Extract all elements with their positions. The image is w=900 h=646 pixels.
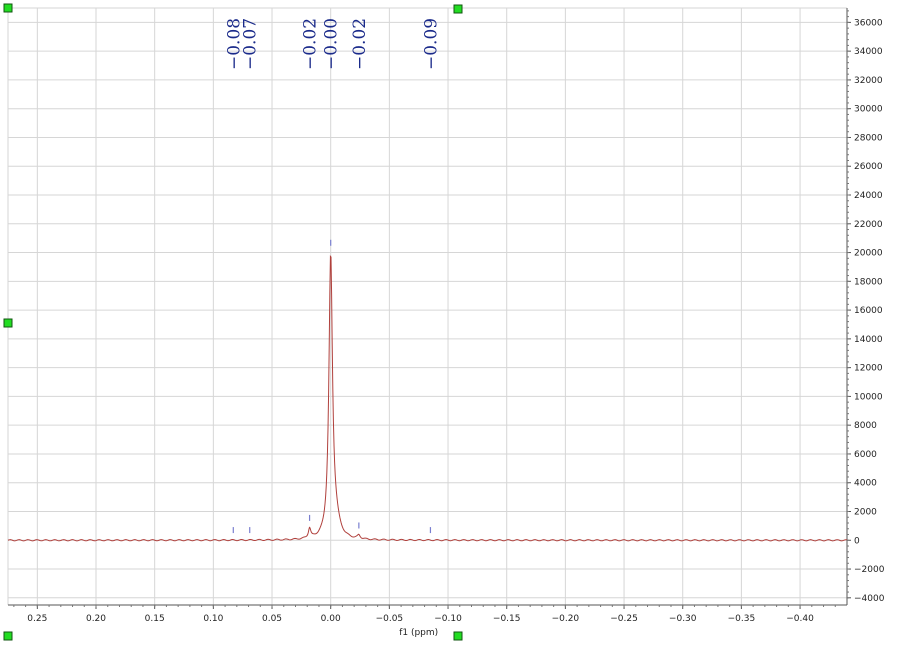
peak-label: −0.07 bbox=[241, 18, 261, 70]
x-tick-label: 0.05 bbox=[262, 614, 282, 624]
spectrum-line bbox=[7, 255, 848, 542]
y-tick-label: 16000 bbox=[854, 306, 883, 316]
y-tick-label: 20000 bbox=[854, 249, 883, 259]
x-tick-label: 0.10 bbox=[203, 614, 223, 624]
y-tick-label: −2000 bbox=[854, 565, 885, 575]
resize-handle bbox=[3, 318, 13, 328]
y-tick-label: 22000 bbox=[854, 220, 883, 230]
peak-label: −0.02 bbox=[350, 18, 370, 70]
resize-handle bbox=[3, 3, 13, 13]
x-tick-label: −0.35 bbox=[728, 614, 756, 624]
y-tick-label: −4000 bbox=[854, 594, 885, 604]
resize-handle bbox=[453, 4, 463, 14]
y-tick-label: 0 bbox=[854, 536, 860, 546]
y-tick-label: 24000 bbox=[854, 191, 883, 201]
x-tick-label: −0.05 bbox=[376, 614, 404, 624]
peak-labels: −0.08−0.07 −0.02 −0.00 −0.02 −0.09 bbox=[224, 18, 441, 70]
x-tick-label: −0.15 bbox=[493, 614, 521, 624]
x-tick-label: −0.20 bbox=[552, 614, 580, 624]
peak-label: −0.09 bbox=[421, 18, 441, 70]
y-tick-label: 28000 bbox=[854, 133, 883, 143]
peak-label: −0.00 bbox=[322, 18, 342, 70]
y-tick-label: 6000 bbox=[854, 450, 877, 460]
y-tick-label: 26000 bbox=[854, 162, 883, 172]
x-tick-label: 0.25 bbox=[27, 614, 47, 624]
resize-handle bbox=[453, 631, 463, 641]
x-ticks: 0.25 0.20 0.15 0.10 0.05 0.00 −0.05 −0.10 −0.15 −… bbox=[13, 605, 836, 624]
y-tick-label: 2000 bbox=[854, 507, 877, 517]
x-axis-label: f1 (ppm) bbox=[399, 628, 438, 638]
x-tick-label: −0.40 bbox=[786, 614, 814, 624]
y-ticks: −4000 −2000 0 2000 4000 6000 8000 10000 12000 140… bbox=[847, 10, 885, 604]
y-tick-label: 32000 bbox=[854, 76, 883, 86]
x-tick-label: 0.15 bbox=[145, 614, 165, 624]
x-tick-label: −0.30 bbox=[669, 614, 697, 624]
x-tick-label: 0.00 bbox=[321, 614, 341, 624]
chart-svg: 0.25 0.20 0.15 0.10 0.05 0.00 −0.05 −0.10 −0.15 −… bbox=[3, 3, 885, 641]
y-tick-label: 4000 bbox=[854, 479, 877, 489]
y-tick-label: 8000 bbox=[854, 421, 877, 431]
nmr-spectrum-chart: 0.25 0.20 0.15 0.10 0.05 0.00 −0.05 −0.10 −0.15 −… bbox=[0, 0, 900, 642]
peak-label: −0.02 bbox=[301, 18, 321, 70]
x-tick-label: −0.10 bbox=[434, 614, 462, 624]
y-tick-label: 34000 bbox=[854, 47, 883, 57]
y-tick-label: 14000 bbox=[854, 335, 883, 345]
resize-handle bbox=[3, 631, 13, 641]
y-tick-label: 10000 bbox=[854, 392, 883, 402]
x-tick-label: 0.20 bbox=[86, 614, 106, 624]
y-tick-label: 12000 bbox=[854, 364, 883, 374]
resize-handles bbox=[3, 3, 463, 641]
grid bbox=[7, 7, 847, 605]
x-tick-label: −0.25 bbox=[610, 614, 638, 624]
y-tick-label: 30000 bbox=[854, 105, 883, 115]
y-tick-label: 18000 bbox=[854, 277, 883, 287]
y-tick-label: 36000 bbox=[854, 18, 883, 28]
